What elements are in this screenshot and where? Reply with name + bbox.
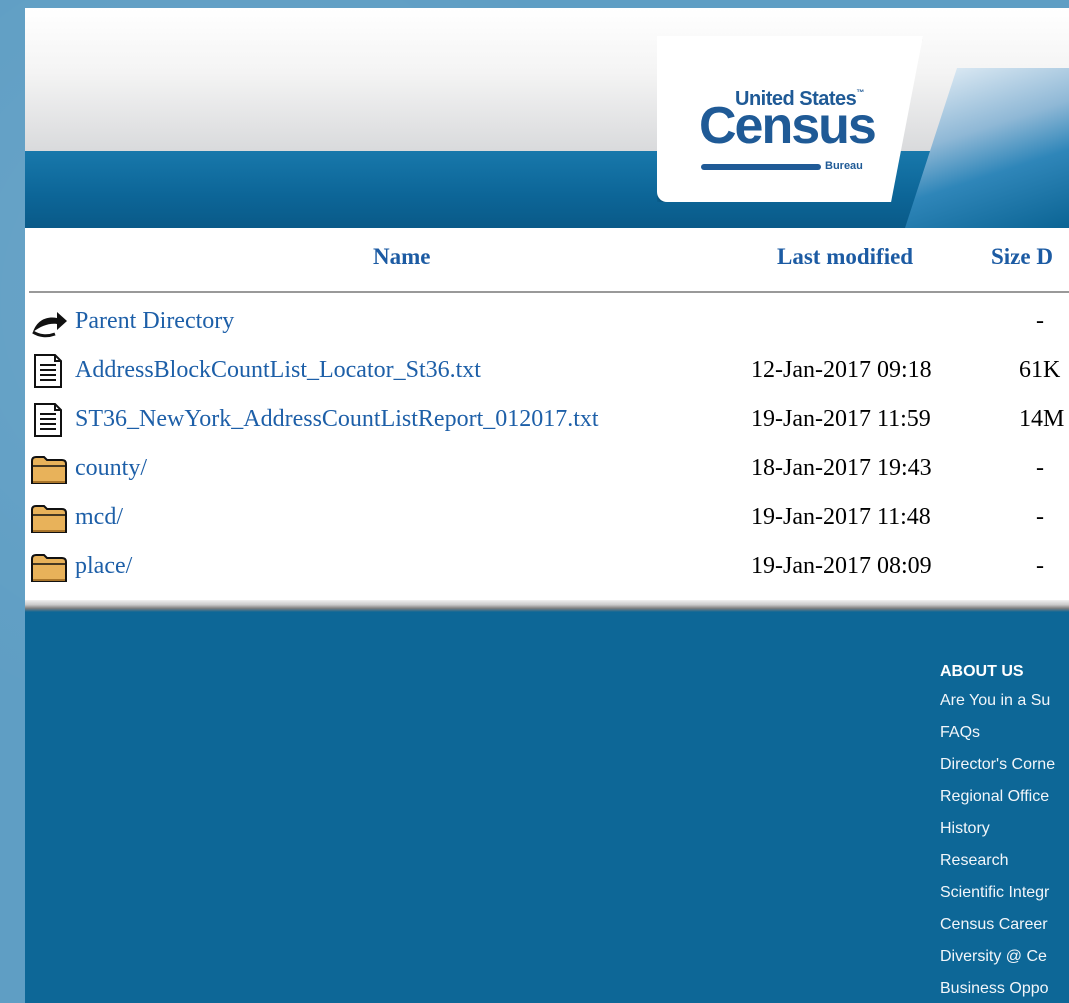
column-header-size[interactable]: Size D: [991, 244, 1053, 270]
table-row: ST36_NewYork_AddressCountListReport_0120…: [25, 398, 1069, 446]
footer-link[interactable]: Census Career: [940, 915, 1055, 947]
site-header: United States™ Census Bureau: [25, 8, 1069, 228]
logo-card[interactable]: United States™ Census Bureau: [657, 36, 923, 202]
row-date: 19-Jan-2017 11:48: [751, 504, 931, 530]
row-date: 18-Jan-2017 19:43: [751, 455, 932, 481]
table-row: mcd/ 19-Jan-2017 11:48 -: [25, 496, 1069, 544]
parent-directory-link[interactable]: Parent Directory: [75, 308, 234, 335]
page-frame: United States™ Census Bureau Name Last m…: [25, 8, 1069, 1003]
column-header-last-modified[interactable]: Last modified: [777, 244, 913, 270]
footer-link[interactable]: Diversity @ Ce: [940, 947, 1055, 979]
table-row: place/ 19-Jan-2017 08:09 -: [25, 545, 1069, 593]
folder-link[interactable]: place/: [75, 553, 132, 580]
footer-link[interactable]: Director's Corne: [940, 755, 1055, 787]
folder-icon: [29, 451, 69, 487]
table-row: Parent Directory -: [25, 300, 1069, 348]
logo-bar: [701, 164, 821, 170]
footer-about-us: ABOUT US Are You in a Su FAQs Director's…: [940, 663, 1055, 1003]
file-link[interactable]: AddressBlockCountList_Locator_St36.txt: [75, 357, 481, 384]
row-size: 61K: [1019, 357, 1061, 383]
footer-link[interactable]: Business Oppo: [940, 979, 1055, 1003]
row-size: 14M: [1019, 406, 1065, 432]
footer-link[interactable]: History: [940, 819, 1055, 851]
row-date: 12-Jan-2017 09:18: [751, 357, 932, 383]
text-file-icon: [29, 402, 69, 438]
row-size: -: [1036, 553, 1044, 579]
row-date: 19-Jan-2017 11:59: [751, 406, 931, 432]
row-size: -: [1036, 455, 1044, 481]
footer-link[interactable]: Research: [940, 851, 1055, 883]
text-file-icon: [29, 353, 69, 389]
footer-section-title: ABOUT US: [940, 663, 1024, 680]
footer-link[interactable]: Regional Office: [940, 787, 1055, 819]
row-size: -: [1036, 504, 1044, 530]
file-link[interactable]: ST36_NewYork_AddressCountListReport_0120…: [75, 406, 599, 433]
directory-listing: Name Last modified Size D Parent Directo…: [25, 228, 1069, 600]
logo-census: Census: [699, 97, 877, 155]
footer-link[interactable]: Are You in a Su: [940, 691, 1055, 723]
footer-link[interactable]: FAQs: [940, 723, 1055, 755]
site-footer: ABOUT US Are You in a Su FAQs Director's…: [25, 600, 1069, 1003]
folder-icon: [29, 549, 69, 585]
table-row: county/ 18-Jan-2017 19:43 -: [25, 447, 1069, 495]
row-date: 19-Jan-2017 08:09: [751, 553, 932, 579]
footer-divider: [25, 600, 1069, 612]
footer-link[interactable]: Scientific Integr: [940, 883, 1055, 915]
header-divider: [29, 291, 1069, 293]
census-logo[interactable]: United States™ Census Bureau: [695, 88, 895, 188]
row-size: -: [1036, 308, 1044, 334]
folder-icon: [29, 500, 69, 536]
folder-link[interactable]: mcd/: [75, 504, 123, 531]
parent-directory-icon: [29, 304, 69, 340]
folder-link[interactable]: county/: [75, 455, 147, 482]
table-row: AddressBlockCountList_Locator_St36.txt 1…: [25, 349, 1069, 397]
column-header-name[interactable]: Name: [373, 244, 430, 270]
logo-bureau: Bureau: [825, 160, 863, 172]
